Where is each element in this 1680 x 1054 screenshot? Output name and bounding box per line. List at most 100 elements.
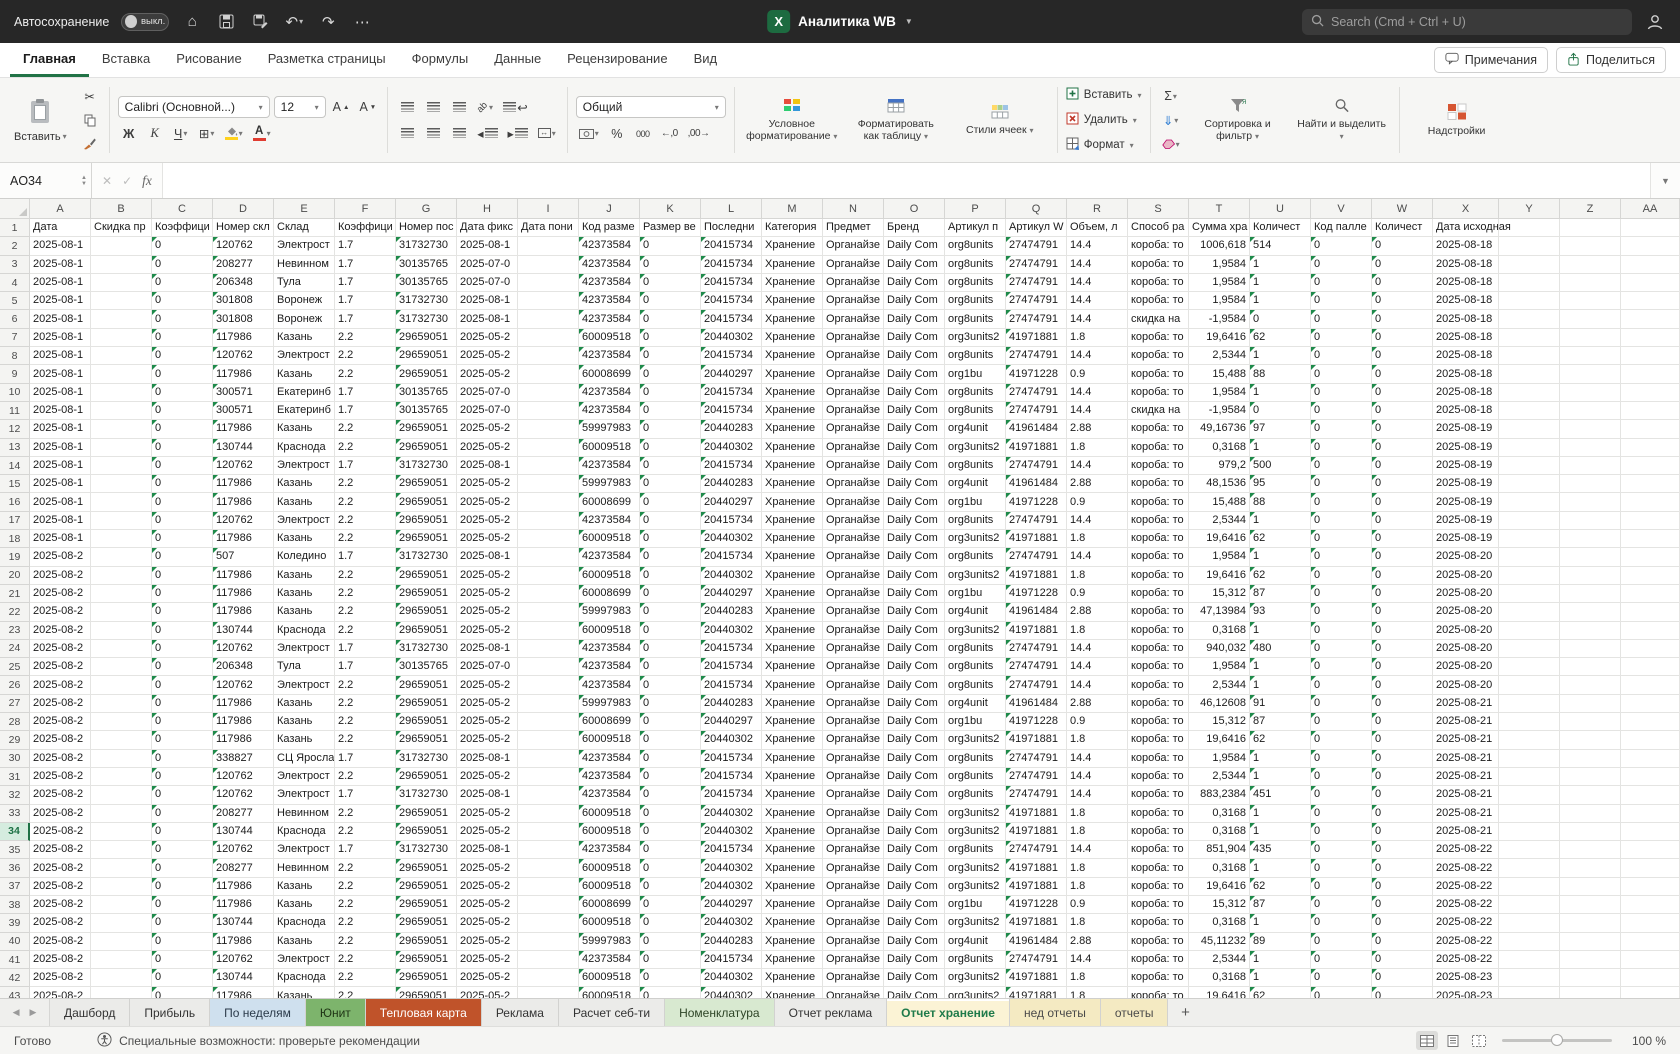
cell[interactable]: 2025-05-2 bbox=[457, 694, 518, 714]
cell[interactable]: 1,9584 bbox=[1189, 292, 1250, 311]
cell[interactable]: 0 bbox=[1372, 969, 1433, 988]
cell[interactable]: 27474791 bbox=[1006, 401, 1067, 421]
cell[interactable]: Дата пони bbox=[518, 219, 579, 238]
cell[interactable]: Екатеринб bbox=[274, 383, 335, 402]
cell[interactable]: org1bu bbox=[945, 713, 1006, 732]
cell[interactable] bbox=[1560, 914, 1621, 933]
cell[interactable]: Daily Com bbox=[884, 401, 945, 421]
cell[interactable]: Воронеж bbox=[274, 292, 335, 311]
share-button[interactable]: Поделиться bbox=[1555, 47, 1666, 73]
cell[interactable] bbox=[1560, 969, 1621, 988]
cell[interactable]: короба: то bbox=[1128, 548, 1189, 567]
cell[interactable]: 0 bbox=[640, 511, 701, 531]
cell[interactable]: 2.2 bbox=[335, 328, 396, 348]
cell[interactable]: 0,3168 bbox=[1189, 621, 1250, 640]
cell[interactable] bbox=[1499, 273, 1560, 293]
cell[interactable]: 14.4 bbox=[1067, 273, 1128, 293]
cell[interactable]: 2025-08-19 bbox=[1433, 438, 1499, 457]
row-header[interactable]: 13 bbox=[0, 438, 30, 457]
cell[interactable] bbox=[91, 639, 152, 659]
cell[interactable]: Количест bbox=[1250, 219, 1311, 238]
save-icon[interactable] bbox=[215, 11, 237, 33]
cell[interactable]: Хранение bbox=[762, 383, 823, 402]
cell[interactable] bbox=[518, 822, 579, 842]
cell[interactable]: Казань bbox=[274, 932, 335, 951]
cell[interactable]: 41971881 bbox=[1006, 969, 1067, 988]
cell[interactable]: 2025-08-2 bbox=[30, 786, 91, 805]
cell[interactable]: 60009518 bbox=[579, 877, 640, 896]
cell[interactable] bbox=[518, 383, 579, 402]
cell[interactable]: 1.7 bbox=[335, 841, 396, 860]
cell[interactable]: 2025-08-19 bbox=[1433, 475, 1499, 494]
cell[interactable]: Daily Com bbox=[884, 877, 945, 896]
cell[interactable]: 0 bbox=[1372, 804, 1433, 823]
cell[interactable] bbox=[1621, 731, 1680, 750]
cell[interactable]: org8units bbox=[945, 767, 1006, 787]
column-header[interactable]: S bbox=[1128, 199, 1189, 219]
cell[interactable]: 29659051 bbox=[396, 694, 457, 714]
cell[interactable]: 27474791 bbox=[1006, 273, 1067, 293]
cell[interactable]: 31732730 bbox=[396, 237, 457, 256]
cell[interactable]: 41971228 bbox=[1006, 584, 1067, 604]
cell[interactable] bbox=[518, 365, 579, 384]
cell[interactable]: 20440297 bbox=[701, 365, 762, 384]
cell[interactable]: Органайзе bbox=[823, 365, 884, 384]
ribbon-tab[interactable]: Главная bbox=[10, 43, 89, 77]
cell[interactable]: Daily Com bbox=[884, 731, 945, 750]
cell[interactable] bbox=[1560, 475, 1621, 494]
sort-filter-button[interactable]: Я Сортировка и фильтр ▾ bbox=[1189, 96, 1287, 144]
cell[interactable] bbox=[1560, 932, 1621, 951]
cell[interactable]: короба: то bbox=[1128, 713, 1189, 732]
align-left-button[interactable] bbox=[396, 123, 418, 144]
cell[interactable]: 0 bbox=[152, 621, 213, 640]
cell[interactable]: 117986 bbox=[213, 566, 274, 585]
cell[interactable] bbox=[91, 694, 152, 714]
cell[interactable] bbox=[518, 438, 579, 457]
cell[interactable]: 0 bbox=[640, 859, 701, 878]
cell[interactable]: org3units2 bbox=[945, 530, 1006, 549]
cell[interactable]: org1bu bbox=[945, 584, 1006, 604]
cell[interactable]: 27474791 bbox=[1006, 950, 1067, 970]
format-as-table-button[interactable]: Форматировать как таблицу ▾ bbox=[847, 96, 945, 144]
column-header[interactable]: E bbox=[274, 199, 335, 219]
cell[interactable]: 2025-08-2 bbox=[30, 621, 91, 640]
cell[interactable] bbox=[1621, 786, 1680, 805]
cell[interactable]: 2025-08-1 bbox=[30, 475, 91, 494]
cell[interactable]: 46,12608 bbox=[1189, 694, 1250, 714]
cell[interactable]: 2.2 bbox=[335, 584, 396, 604]
cell[interactable] bbox=[1621, 877, 1680, 896]
cell[interactable] bbox=[518, 347, 579, 366]
cell[interactable]: 29659051 bbox=[396, 987, 457, 998]
cell[interactable]: 0 bbox=[640, 731, 701, 750]
cell[interactable]: 117986 bbox=[213, 895, 274, 915]
cell[interactable]: 27474791 bbox=[1006, 383, 1067, 402]
cell[interactable]: 2025-08-2 bbox=[30, 767, 91, 787]
cell[interactable]: Хранение bbox=[762, 877, 823, 896]
cell[interactable]: -1,9584 bbox=[1189, 401, 1250, 421]
cell[interactable]: 0 bbox=[152, 548, 213, 567]
cell[interactable]: 42373584 bbox=[579, 401, 640, 421]
column-header[interactable]: B bbox=[91, 199, 152, 219]
cell[interactable] bbox=[1499, 676, 1560, 695]
cell[interactable]: org8units bbox=[945, 292, 1006, 311]
cell[interactable]: 1 bbox=[1250, 255, 1311, 274]
cell[interactable] bbox=[91, 822, 152, 842]
cell[interactable]: 1.7 bbox=[335, 401, 396, 421]
cell[interactable]: 0 bbox=[1372, 548, 1433, 567]
cell[interactable]: 29659051 bbox=[396, 713, 457, 732]
cell[interactable]: 2025-08-2 bbox=[30, 950, 91, 970]
cell[interactable]: 47,13984 bbox=[1189, 603, 1250, 622]
cell[interactable]: 2025-05-2 bbox=[457, 347, 518, 366]
cell[interactable] bbox=[91, 438, 152, 457]
cell[interactable]: 0 bbox=[640, 969, 701, 988]
cell[interactable]: 15,312 bbox=[1189, 895, 1250, 915]
cell[interactable]: Электрост bbox=[274, 511, 335, 531]
cell[interactable]: Невинном bbox=[274, 804, 335, 823]
cell[interactable]: 0 bbox=[640, 603, 701, 622]
cell[interactable]: Органайзе bbox=[823, 438, 884, 457]
cell[interactable]: 20415734 bbox=[701, 273, 762, 293]
cell[interactable]: 0 bbox=[152, 841, 213, 860]
cell[interactable]: Daily Com bbox=[884, 969, 945, 988]
cell[interactable] bbox=[1621, 493, 1680, 512]
row-header[interactable]: 6 bbox=[0, 310, 30, 329]
